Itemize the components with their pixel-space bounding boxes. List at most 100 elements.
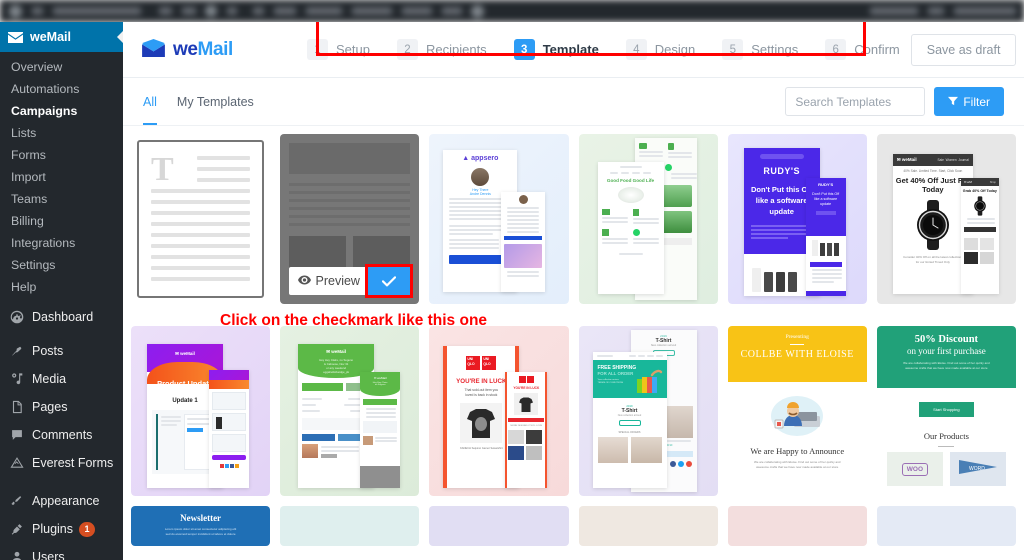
template-tabs[interactable]: All My Templates: [143, 78, 254, 125]
save-as-draft-button[interactable]: Save as draft: [910, 33, 1017, 66]
template-card-rudys[interactable]: RUDY'S Don't Put this Off like a software…: [727, 134, 867, 304]
template-card-partial-4[interactable]: [578, 506, 718, 546]
template-card-uniqlo[interactable]: UNI QLO UNI QLO YOU'RE IN LUCK That sold…: [429, 326, 569, 496]
sidebar-item-teams[interactable]: Teams: [0, 188, 123, 210]
adminbar-item-d[interactable]: [306, 7, 342, 15]
template-card-selected[interactable]: Preview: [280, 134, 420, 304]
adminbar-item-a[interactable]: [227, 7, 237, 15]
wp-logo-icon[interactable]: [9, 4, 22, 18]
template-card-product-update[interactable]: ✉ weMail Product Update Update 1: [131, 326, 271, 496]
sidebar-item-comments[interactable]: Comments: [0, 421, 123, 449]
adminbar-count: [182, 7, 196, 15]
tab-all[interactable]: All: [143, 77, 157, 125]
template-card-partial-6[interactable]: [876, 506, 1016, 546]
filter-button[interactable]: Filter: [934, 87, 1004, 116]
select-template-button[interactable]: [365, 264, 414, 298]
wizard-steps[interactable]: 1 Setup 2 Recipients 3 Template 4 Design…: [296, 22, 911, 77]
adminbar-right-item[interactable]: [928, 7, 944, 15]
logo-we: we: [173, 38, 198, 60]
template-card-50-discount[interactable]: 50% Discount on your first purchase We a…: [876, 326, 1016, 496]
step-confirm[interactable]: 6 Confirm: [814, 39, 911, 60]
sidebar-divider-2: [0, 477, 123, 487]
preview-button[interactable]: Preview: [289, 267, 369, 295]
check-icon: [382, 275, 397, 286]
wp-admin-bar[interactable]: [0, 0, 1024, 22]
plugins-update-badge: 1: [79, 521, 95, 537]
template-card-appsero[interactable]: ▲ appsero Hey There Andre Dennis: [429, 134, 569, 304]
sidebar-item-integrations[interactable]: Integrations: [0, 232, 123, 254]
step-template[interactable]: 3 Template: [503, 39, 610, 60]
sidebar-item-import[interactable]: Import: [0, 166, 123, 188]
search-templates-input[interactable]: [785, 87, 926, 116]
adminbar-home-icon[interactable]: [32, 7, 43, 15]
template-card-partial-2[interactable]: [280, 506, 420, 546]
adminbar-item-f[interactable]: [402, 7, 432, 15]
sidebar-item-settings[interactable]: Settings: [0, 254, 123, 276]
template-card-partial-3[interactable]: [429, 506, 569, 546]
template-card-free-shipping[interactable]: 2019 T-Shirt New collection arrived $24.…: [578, 326, 718, 496]
template-card-wemail-watch[interactable]: ✉ weMail Sale Women Journal 40% Sale. Li…: [876, 134, 1016, 304]
tab-my-templates[interactable]: My Templates: [177, 77, 254, 125]
wemail-logo-text: weMail: [173, 39, 233, 61]
adminbar-user-name[interactable]: [954, 7, 1016, 15]
rudys-mobile-sheet: RUDY'S Don't Put this Off like a software…: [805, 178, 846, 296]
start-shopping-cta[interactable]: Start Shopping: [919, 402, 974, 417]
sidebar-item-help[interactable]: Help: [0, 276, 123, 298]
sidebar-item-plugins[interactable]: Plugins 1: [0, 515, 123, 543]
sidebar-item-everest-forms[interactable]: Everest Forms: [0, 449, 123, 477]
wemail-submenu[interactable]: Overview Automations Campaigns Lists For…: [0, 52, 123, 303]
wp-core-menu[interactable]: Dashboard Posts Media Pages Comments Eve…: [0, 303, 123, 560]
templates-toolbar: All My Templates Filter: [123, 78, 1024, 126]
sidebar-label: Dashboard: [32, 310, 94, 324]
template-card-good-food[interactable]: Good Food Good Life: [578, 134, 718, 304]
adminbar-updates-icon[interactable]: [159, 7, 172, 15]
campaign-wizard-header: weMail 1 Setup 2 Recipients 3 Template 4…: [123, 22, 1024, 78]
user-icon: [8, 550, 26, 560]
adminbar-item-b[interactable]: [253, 7, 264, 15]
step-settings[interactable]: 5 Settings: [711, 39, 809, 60]
filter-label: Filter: [963, 94, 990, 109]
wemail-brand[interactable]: weMail: [141, 38, 296, 61]
adminbar-item-h-icon[interactable]: [471, 4, 484, 18]
adminbar-item-g[interactable]: [442, 7, 462, 15]
sidebar-item-campaigns[interactable]: Campaigns: [0, 100, 123, 122]
step-setup[interactable]: 1 Setup: [296, 39, 381, 60]
template-hover-overlay[interactable]: Preview: [280, 264, 419, 298]
sidebar-label: Import: [11, 170, 46, 184]
sidebar-item-billing[interactable]: Billing: [0, 210, 123, 232]
sidebar-item-automations[interactable]: Automations: [0, 78, 123, 100]
pin-icon: [8, 344, 26, 358]
step-label: Design: [654, 42, 696, 57]
templates-row-2: ✉ weMail Product Update Update 1 ✉ weMai…: [131, 326, 1016, 496]
sidebar-item-appearance[interactable]: Appearance: [0, 487, 123, 515]
envelope-icon: [8, 31, 23, 43]
adminbar-item-e[interactable]: [352, 7, 392, 15]
template-card-green-invoice[interactable]: ✉ weMail Hey Hey Claire, no Sugeno is Cab…: [280, 326, 420, 496]
template-card-partial-5[interactable]: [727, 506, 867, 546]
sidebar-item-users[interactable]: Users: [0, 543, 123, 560]
sidebar-item-forms[interactable]: Forms: [0, 144, 123, 166]
sidebar-label: Everest Forms: [32, 456, 114, 470]
adminbar-item-c[interactable]: [274, 7, 296, 15]
template-card-newsletter[interactable]: Newsletter Lorem ipsum dolor sit amet co…: [131, 506, 271, 546]
adminbar-comments-icon[interactable]: [205, 5, 217, 17]
templates-grid-area[interactable]: T Preview ▲ appsero Hey There Andre Denn…: [123, 126, 1024, 559]
template-card-blank-text[interactable]: T: [131, 134, 271, 304]
template-card-collab-eloise[interactable]: Presenting COLLBE WITH ELOISE We are Hap…: [727, 326, 867, 496]
step-number: 3: [513, 39, 535, 60]
sidebar-item-dashboard[interactable]: Dashboard: [0, 303, 123, 331]
sidebar-item-wemail[interactable]: weMail: [0, 22, 123, 52]
adminbar-site-name[interactable]: [53, 7, 141, 15]
step-number: 5: [722, 39, 744, 60]
sidebar-item-lists[interactable]: Lists: [0, 122, 123, 144]
step-design[interactable]: 4 Design: [615, 39, 706, 60]
sidebar-item-posts[interactable]: Posts: [0, 337, 123, 365]
shipping-main-sheet: FREE SHIPPING FOR ALL ORDER Your collect…: [592, 352, 667, 488]
sidebar-item-overview[interactable]: Overview: [0, 56, 123, 78]
preview-label: Preview: [315, 274, 360, 288]
step-recipients[interactable]: 2 Recipients: [386, 39, 498, 60]
adminbar-howdy[interactable]: [870, 7, 918, 15]
wp-admin-sidebar[interactable]: weMail Overview Automations Campaigns Li…: [0, 22, 123, 560]
sidebar-item-pages[interactable]: Pages: [0, 393, 123, 421]
sidebar-item-media[interactable]: Media: [0, 365, 123, 393]
